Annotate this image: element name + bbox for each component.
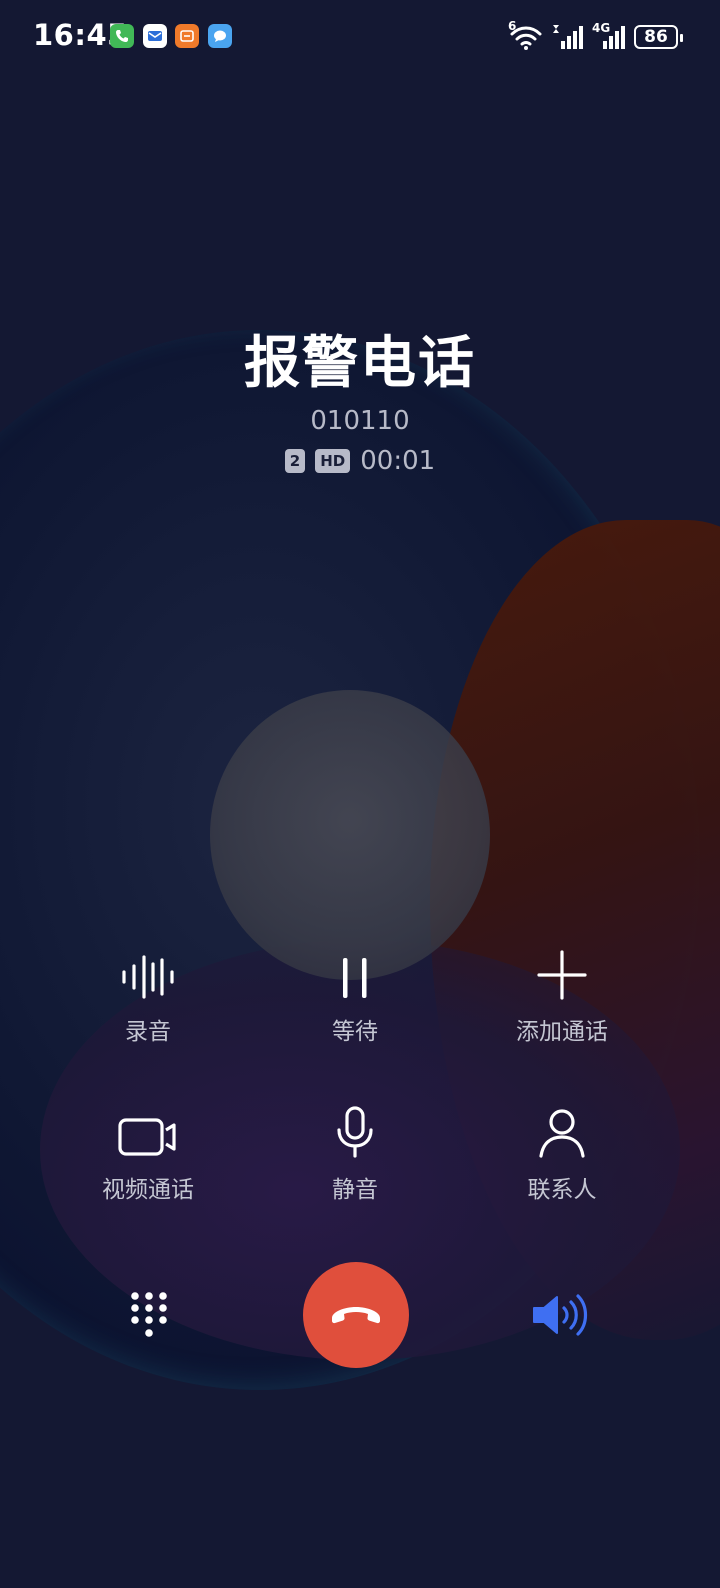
video-call-button[interactable]: 视频通话 — [48, 1102, 248, 1204]
mute-label: 静音 — [332, 1177, 378, 1203]
person-icon — [462, 1102, 662, 1158]
caller-number: 010110 — [310, 406, 410, 436]
signal-sim1-icon — [552, 23, 584, 51]
app-notification-icon — [175, 24, 199, 48]
contacts-button[interactable]: 联系人 — [462, 1102, 662, 1204]
network-type-label: 4G — [592, 21, 611, 35]
microphone-icon — [255, 1102, 455, 1158]
hang-up-icon — [332, 1307, 380, 1324]
plus-icon — [462, 944, 662, 1000]
sim-badge: 2 — [284, 449, 306, 473]
wifi-6-icon: 6 — [508, 19, 544, 51]
status-right-group: 6 4G 86 — [508, 19, 683, 54]
hd-badge: HD — [315, 449, 351, 473]
pause-icon — [255, 944, 455, 1000]
mail-notification-icon — [143, 24, 167, 48]
record-button[interactable]: 录音 — [48, 944, 248, 1046]
call-duration: 00:01 — [360, 446, 436, 476]
hold-button[interactable]: 等待 — [255, 944, 455, 1046]
video-call-label: 视频通话 — [102, 1177, 194, 1203]
dialpad-icon — [131, 1292, 167, 1337]
speaker-icon — [533, 1294, 588, 1336]
video-camera-icon — [48, 1102, 248, 1158]
signal-4g-icon: 4G — [592, 21, 626, 51]
wifi-label: 6 — [508, 19, 517, 33]
status-bar: 16:45 6 4G 86 — [0, 0, 720, 74]
caller-name: 报警电话 — [244, 331, 476, 396]
mute-button[interactable]: 静音 — [255, 1102, 455, 1204]
record-label: 录音 — [125, 1019, 171, 1045]
message-notification-icon — [208, 24, 232, 48]
dialpad-button[interactable] — [124, 1288, 174, 1344]
add-call-label: 添加通话 — [516, 1019, 608, 1045]
add-call-button[interactable]: 添加通话 — [462, 944, 662, 1046]
battery-icon: 86 — [634, 25, 683, 49]
waveform-icon — [48, 944, 248, 1000]
end-call-button[interactable] — [303, 1262, 409, 1368]
contacts-label: 联系人 — [527, 1177, 597, 1203]
call-meta: 2 HD 00:01 — [0, 446, 720, 476]
hold-label: 等待 — [332, 1019, 378, 1045]
phone-notification-icon — [110, 24, 134, 48]
battery-level: 86 — [644, 27, 668, 47]
background-blob-grey — [210, 690, 490, 980]
speaker-button[interactable] — [530, 1292, 594, 1338]
